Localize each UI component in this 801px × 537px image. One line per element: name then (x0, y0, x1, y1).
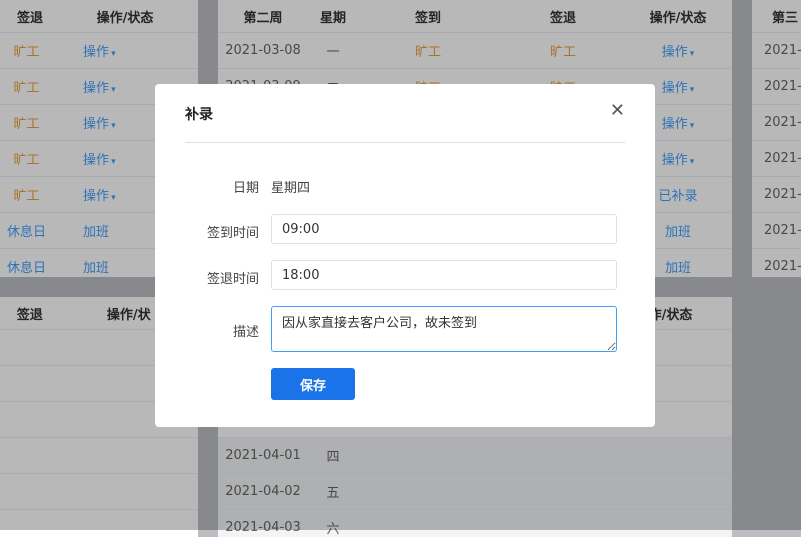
description-label: 描述 (232, 325, 259, 340)
date-value: 星期四 (271, 181, 311, 196)
description-textarea[interactable] (271, 306, 617, 352)
checkin-time-label: 签到时间 (206, 226, 259, 241)
dialog-divider (185, 142, 625, 143)
save-button[interactable]: 保存 (271, 368, 355, 400)
dialog-title: 补录 (185, 107, 213, 123)
checkout-time-input[interactable] (271, 260, 617, 290)
supplement-dialog: 补录 ✕ 日期 星期四 签到时间 签退时间 描述 保存 (155, 84, 655, 427)
checkin-time-input[interactable] (271, 214, 617, 244)
close-icon[interactable]: ✕ (610, 100, 625, 121)
checkout-time-label: 签退时间 (206, 272, 259, 287)
date-label: 日期 (232, 181, 259, 196)
